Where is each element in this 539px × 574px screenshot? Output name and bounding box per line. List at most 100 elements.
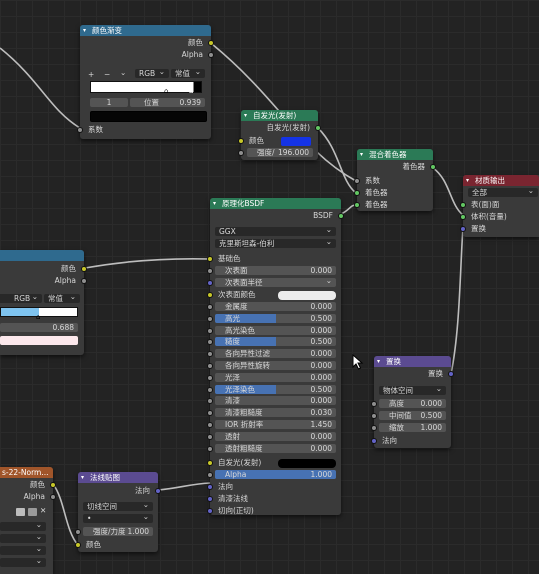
material-output-node[interactable]: ▾ 材质输出 全部 表(面)面 体积(音量) 置换: [460, 175, 539, 237]
output-color-socket[interactable]: [50, 482, 56, 488]
input-emission-socket[interactable]: [207, 460, 213, 466]
colorspace-dropdown[interactable]: [0, 556, 46, 567]
input-shader2-socket[interactable]: [354, 202, 360, 208]
bsdf-field-8[interactable]: 光泽染色 0.500: [215, 385, 336, 394]
mix-shader-header[interactable]: ▾ 混合着色器: [357, 149, 433, 160]
input-tangent-socket[interactable]: [207, 508, 213, 514]
bsdf-field-1[interactable]: 金属度 0.000: [215, 302, 336, 311]
subsurface-color-swatch[interactable]: [278, 291, 336, 300]
input-socket-1[interactable]: [207, 304, 213, 310]
output-alpha-socket[interactable]: [50, 494, 56, 500]
input-socket-7[interactable]: [207, 375, 213, 381]
left-color-ramp-node[interactable]: 颜色 Alpha RGB 常值 ⌂ 0.688: [0, 250, 87, 355]
input-scale-socket[interactable]: [371, 425, 377, 431]
space-dropdown[interactable]: 切线空间: [83, 500, 153, 511]
color-ramp-node[interactable]: ▾ 颜色渐变 颜色 Alpha + − ⌄ RGB 常值 ⌂ ⌂ 1 位置 0.…: [77, 25, 214, 139]
mix-shader-node[interactable]: ▾ 混合着色器 着色器 系数 着色器 着色器: [354, 149, 436, 211]
interpolation-dropdown[interactable]: 常值: [171, 67, 205, 78]
input-fac-socket[interactable]: [77, 127, 83, 133]
displacement-node[interactable]: ▾ 置换 置换 物体空间 高度0.000 中间值0.500 缩放1.000 法向: [371, 356, 454, 448]
input-socket-2[interactable]: [207, 316, 213, 322]
input-socket-11[interactable]: [207, 422, 213, 428]
output-color-socket[interactable]: [81, 266, 87, 272]
emission-color-swatch[interactable]: [281, 137, 311, 146]
folder-icon[interactable]: [28, 508, 37, 516]
input-alpha-socket[interactable]: [207, 472, 213, 478]
stop-position-field[interactable]: 0.688: [0, 323, 78, 332]
projection-dropdown[interactable]: [0, 532, 46, 543]
output-shader-socket[interactable]: [430, 164, 436, 170]
subsurface-field[interactable]: 次表面 0.000: [215, 266, 336, 275]
uv-map-dropdown[interactable]: •: [83, 512, 153, 523]
strength-field[interactable]: 强度/力度 1.000: [83, 527, 153, 536]
close-icon[interactable]: ✕: [40, 506, 46, 515]
input-midlevel-socket[interactable]: [371, 413, 377, 419]
bsdf-field-4[interactable]: 糙度 0.500: [215, 337, 336, 346]
bsdf-field-10[interactable]: 清漆粗糙度 0.030: [215, 408, 336, 417]
ramp-stop-marker-icon[interactable]: ⌂: [36, 313, 40, 321]
input-fac-socket[interactable]: [354, 178, 360, 184]
stop-position-field[interactable]: 位置 0.939: [130, 98, 205, 107]
color-mode-dropdown[interactable]: RGB: [0, 292, 42, 303]
bsdf-field-2[interactable]: 高光 0.500: [215, 314, 336, 323]
interpolation-dropdown[interactable]: 常值: [44, 292, 80, 303]
add-stop-button[interactable]: +: [88, 70, 94, 79]
emission-color-swatch[interactable]: [278, 459, 336, 468]
bsdf-field-3[interactable]: 高光染色 0.000: [215, 326, 336, 335]
input-socket-4[interactable]: [207, 339, 213, 345]
collapse-chevron-icon[interactable]: ▾: [360, 149, 363, 160]
input-surface-socket[interactable]: [460, 202, 466, 208]
emission-header[interactable]: ▾ 自发光(发射): [241, 110, 318, 121]
input-strength-socket[interactable]: [238, 150, 244, 156]
normal-map-node[interactable]: ▾ 法线贴图 法向 切线空间 • 强度/力度1.000 颜色: [75, 472, 161, 552]
ramp-menu-button[interactable]: ⌄: [120, 68, 126, 77]
input-strength-socket[interactable]: [75, 529, 81, 535]
image-texture-header[interactable]: s-22-Norm...: [0, 467, 53, 478]
input-volume-socket[interactable]: [460, 214, 466, 220]
input-socket-13[interactable]: [207, 446, 213, 452]
input-socket-12[interactable]: [207, 434, 213, 440]
ramp-stop-active-icon[interactable]: ⌂: [164, 87, 168, 95]
displacement-header[interactable]: ▾ 置换: [374, 356, 451, 367]
input-displacement-socket[interactable]: [460, 226, 466, 232]
color-ramp-header[interactable]: ▾ 颜色渐变: [80, 25, 211, 36]
input-socket-9[interactable]: [207, 398, 213, 404]
subsurface-radius-dropdown[interactable]: 次表面半径: [215, 276, 336, 287]
input-base-color-socket[interactable]: [207, 256, 213, 262]
scale-field[interactable]: 缩放 1.000: [379, 423, 446, 432]
input-subsurface-socket[interactable]: [207, 268, 213, 274]
input-normal-socket[interactable]: [207, 484, 213, 490]
emission-node[interactable]: ▾ 自发光(发射) 自发光(发射) 颜色 强度/ 196.000: [238, 110, 321, 160]
input-normal-socket[interactable]: [371, 438, 377, 444]
input-color-socket[interactable]: [238, 138, 244, 144]
stop-color-swatch[interactable]: [0, 336, 78, 345]
active-stop-index[interactable]: 1: [90, 98, 128, 107]
bsdf-field-11[interactable]: IOR 折射率 1.450: [215, 420, 336, 429]
image-texture-node[interactable]: s-22-Norm... 颜色 Alpha ✕: [0, 467, 56, 574]
input-clearcoat-normal-socket[interactable]: [207, 496, 213, 502]
input-shader1-socket[interactable]: [354, 190, 360, 196]
distribution-dropdown[interactable]: GGX: [215, 225, 336, 236]
bsdf-field-5[interactable]: 各向异性过滤 0.000: [215, 349, 336, 358]
image-icon[interactable]: [16, 508, 25, 516]
remove-stop-button[interactable]: −: [104, 70, 110, 79]
collapse-chevron-icon[interactable]: ▾: [466, 175, 469, 186]
midlevel-field[interactable]: 中间值 0.500: [379, 411, 446, 420]
render-target-dropdown[interactable]: 全部: [468, 186, 538, 197]
interpolation-dropdown[interactable]: [0, 520, 46, 531]
bsdf-field-13[interactable]: 透射粗糙度 0.000: [215, 444, 336, 453]
left-node-header[interactable]: [0, 250, 84, 261]
ramp-stop-marker-icon[interactable]: ⌂: [189, 87, 193, 95]
input-height-socket[interactable]: [371, 401, 377, 407]
input-socket-8[interactable]: [207, 387, 213, 393]
input-socket-5[interactable]: [207, 351, 213, 357]
output-color-socket[interactable]: [208, 40, 214, 46]
bsdf-field-9[interactable]: 清漆 0.000: [215, 396, 336, 405]
input-subsurface-color-socket[interactable]: [207, 292, 213, 298]
collapse-chevron-icon[interactable]: ▾: [81, 472, 84, 483]
subsurface-method-dropdown[interactable]: 克里斯坦森-伯利: [215, 237, 336, 248]
collapse-chevron-icon[interactable]: ▾: [377, 356, 380, 367]
output-normal-socket[interactable]: [155, 488, 161, 494]
color-ramp-bar[interactable]: [90, 81, 202, 93]
extension-dropdown[interactable]: [0, 544, 46, 555]
